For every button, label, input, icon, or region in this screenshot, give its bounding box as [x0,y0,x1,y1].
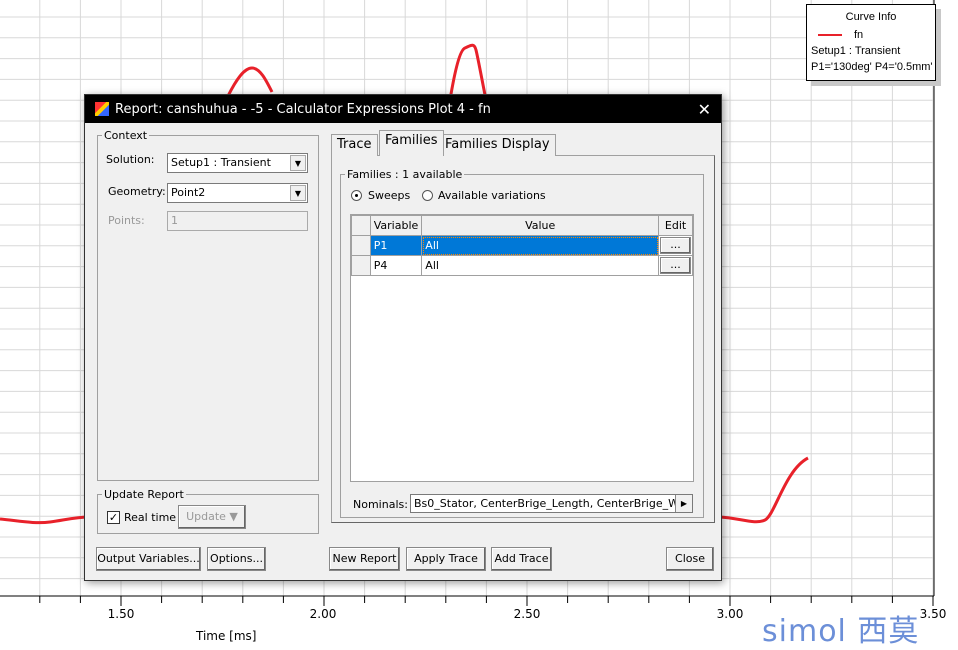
output-variables-button[interactable]: Output Variables... [96,547,201,571]
available-variations-label: Available variations [438,189,546,202]
x-tick-label: 3.50 [919,607,947,621]
series-fn-line [448,43,488,101]
tab-families[interactable]: Families [379,130,444,156]
update-report-legend: Update Report [104,488,184,501]
update-button-label: Update [186,510,226,523]
col-variable: Variable [369,215,423,236]
available-variations-radio[interactable] [422,190,433,201]
nominals-value: Bs0_Stator, CenterBrige_Length, CenterBr… [414,497,693,510]
context-group: Context [97,129,319,481]
x-tick-label: 1.50 [107,607,135,621]
tab-trace[interactable]: Trace [331,134,378,156]
close-icon[interactable]: ✕ [698,100,711,119]
title-bar[interactable]: Report: canshuhua - -5 - Calculator Expr… [85,95,721,123]
variable-cell: P4 [369,255,423,276]
geometry-value: Point2 [171,186,206,199]
add-trace-button[interactable]: Add Trace [491,547,552,571]
solution-value: Setup1 : Transient [171,156,271,169]
scroll-right-icon[interactable]: ▶ [675,495,692,512]
tab-families-display[interactable]: Families Display [439,134,556,156]
report-dialog: Report: canshuhua - -5 - Calculator Expr… [84,94,722,581]
series-fn-line [0,515,91,525]
nominals-field: Bs0_Stator, CenterBrige_Length, CenterBr… [410,494,693,513]
app-icon [95,102,109,116]
points-label: Points: [108,214,145,227]
curve-info-legend[interactable]: Curve Info fn Setup1 : Transient P1='130… [806,4,936,81]
curve-setup: Setup1 : Transient [811,45,901,57]
close-button[interactable]: Close [666,547,714,571]
col-edit: Edit [658,215,693,236]
geometry-select[interactable]: Point2 ▼ [167,183,308,203]
variable-cell: P1 [369,235,423,256]
curve-params: P1='130deg' P4='0.5mm' [811,61,933,73]
new-report-button[interactable]: New Report [329,547,400,571]
apply-trace-button[interactable]: Apply Trace [406,547,486,571]
chevron-down-icon[interactable]: ▼ [290,155,306,171]
points-field: 1 [167,211,308,231]
series-fn-line [719,456,809,524]
nominals-label: Nominals: [353,498,408,511]
context-legend: Context [104,129,148,142]
series-fn-line [226,66,274,97]
sweeps-label: Sweeps [368,189,411,202]
update-button: Update ▼ [178,505,246,529]
watermark-logo: simol 西莫 [762,614,920,649]
edit-button[interactable]: ... [660,237,691,254]
chevron-down-icon[interactable]: ▼ [290,185,306,201]
series-line-swatch [818,34,842,37]
curve-info-title: Curve Info [845,11,897,23]
families-legend: Families : 1 available [347,168,463,181]
table-row[interactable]: P4 All... [351,255,693,276]
x-axis-label: Time [ms] [196,629,257,643]
value-cell[interactable]: All [421,255,660,276]
realtime-label: Real time [124,511,177,524]
geometry-label: Geometry: [108,185,166,198]
series-name: fn [854,29,864,41]
solution-label: Solution: [106,153,155,166]
dialog-title: Report: canshuhua - -5 - Calculator Expr… [115,101,491,117]
solution-select[interactable]: Setup1 : Transient ▼ [167,153,308,173]
families-grid: Variable Value Edit P1 All... P4 All... [350,214,694,482]
table-row[interactable]: P1 All... [351,235,693,256]
x-tick-label: 2.50 [513,607,541,621]
x-tick-label: 2.00 [309,607,337,621]
col-value: Value [421,215,660,236]
options-button[interactable]: Options... [207,547,266,571]
edit-button[interactable]: ... [660,257,691,274]
realtime-checkbox[interactable]: ✓ [107,511,120,524]
x-tick-label: 3.00 [716,607,744,621]
sweeps-radio[interactable] [351,190,362,201]
value-cell[interactable]: All [421,235,660,256]
